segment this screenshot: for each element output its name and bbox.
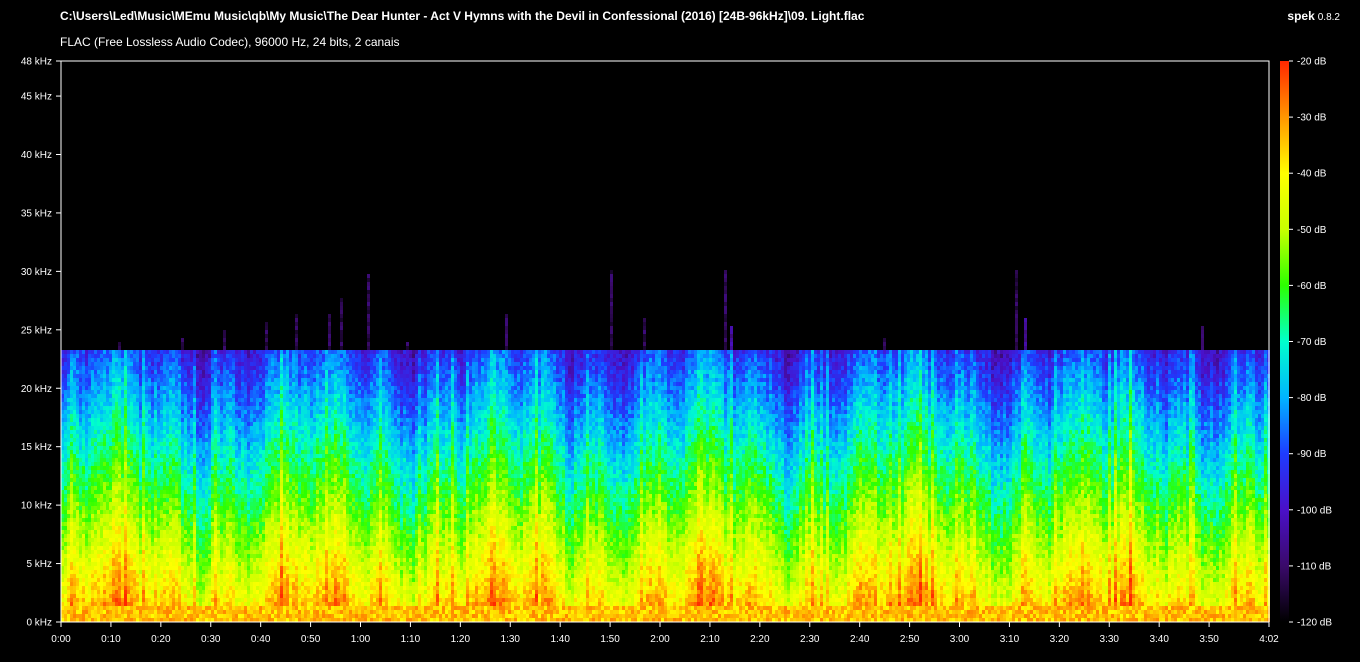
x-tick-label: 1:00 bbox=[351, 634, 371, 645]
x-tick-label: 2:20 bbox=[750, 634, 770, 645]
y-tick-label: 25 kHz bbox=[21, 325, 52, 336]
x-tick-label: 2:30 bbox=[800, 634, 820, 645]
colorbar-axis: -20 dB -30 dB -40 dB -50 dB -60 dB -70 dB -80 … bbox=[1289, 57, 1332, 629]
colorbar-tick-label: -30 dB bbox=[1297, 113, 1327, 124]
y-tick-label: 0 kHz bbox=[26, 618, 52, 629]
x-tick-label: 1:30 bbox=[501, 634, 521, 645]
y-tick-label: 48 kHz bbox=[21, 57, 52, 68]
x-tick-label: 1:50 bbox=[600, 634, 620, 645]
y-tick-label: 40 kHz bbox=[21, 150, 52, 161]
x-tick-label: 3:10 bbox=[1000, 634, 1020, 645]
x-tick-label: 1:20 bbox=[451, 634, 471, 645]
x-tick-label: 3:40 bbox=[1149, 634, 1169, 645]
x-tick-label: 2:40 bbox=[850, 634, 870, 645]
y-tick-label: 15 kHz bbox=[21, 442, 52, 453]
x-tick-label: 3:30 bbox=[1100, 634, 1120, 645]
x-tick-label: 1:10 bbox=[401, 634, 421, 645]
colorbar bbox=[1280, 61, 1289, 622]
spectrogram-plot bbox=[61, 61, 1270, 622]
y-tick-label: 45 kHz bbox=[21, 92, 52, 103]
colorbar-tick-label: -60 dB bbox=[1297, 281, 1327, 292]
colorbar-tick-label: -90 dB bbox=[1297, 449, 1327, 460]
x-tick-label: 3:50 bbox=[1199, 634, 1219, 645]
y-tick-label: 10 kHz bbox=[21, 501, 52, 512]
colorbar-tick-label: -40 dB bbox=[1297, 169, 1327, 180]
spectrogram-chart: 0 kHz 5 kHz 10 kHz 15 kHz 20 kHz 25 kHz 30 kHz… bbox=[21, 57, 1332, 646]
colorbar-tick-label: -110 dB bbox=[1297, 561, 1332, 572]
x-tick-label: 2:10 bbox=[700, 634, 720, 645]
x-tick-label: 0:50 bbox=[301, 634, 321, 645]
y-tick-label: 5 kHz bbox=[26, 559, 52, 570]
colorbar-tick-label: -50 dB bbox=[1297, 225, 1327, 236]
y-tick-label: 30 kHz bbox=[21, 267, 52, 278]
colorbar-tick-label: -80 dB bbox=[1297, 393, 1327, 404]
x-tick-label: 0:40 bbox=[251, 634, 271, 645]
y-tick-label: 35 kHz bbox=[21, 208, 52, 219]
frequency-axis: 0 kHz 5 kHz 10 kHz 15 kHz 20 kHz 25 kHz 30 kHz… bbox=[21, 57, 61, 629]
colorbar-tick-label: -120 dB bbox=[1297, 618, 1332, 629]
x-tick-label: 0:00 bbox=[51, 634, 71, 645]
x-tick-label: 4:02 bbox=[1259, 634, 1279, 645]
x-tick-label: 3:00 bbox=[950, 634, 970, 645]
colorbar-tick-label: -70 dB bbox=[1297, 337, 1327, 348]
x-tick-label: 0:30 bbox=[201, 634, 221, 645]
x-tick-label: 2:00 bbox=[650, 634, 670, 645]
colorbar-tick-label: -20 dB bbox=[1297, 57, 1327, 68]
x-tick-label: 1:40 bbox=[550, 634, 570, 645]
x-tick-label: 3:20 bbox=[1050, 634, 1070, 645]
x-tick-label: 2:50 bbox=[900, 634, 920, 645]
time-axis: 0:00 0:10 0:20 0:30 0:40 0:50 1:00 1:10 1:20 1:30… bbox=[51, 622, 1279, 645]
colorbar-tick-label: -100 dB bbox=[1297, 505, 1332, 516]
x-tick-label: 0:10 bbox=[101, 634, 121, 645]
x-tick-label: 0:20 bbox=[151, 634, 171, 645]
y-tick-label: 20 kHz bbox=[21, 384, 52, 395]
